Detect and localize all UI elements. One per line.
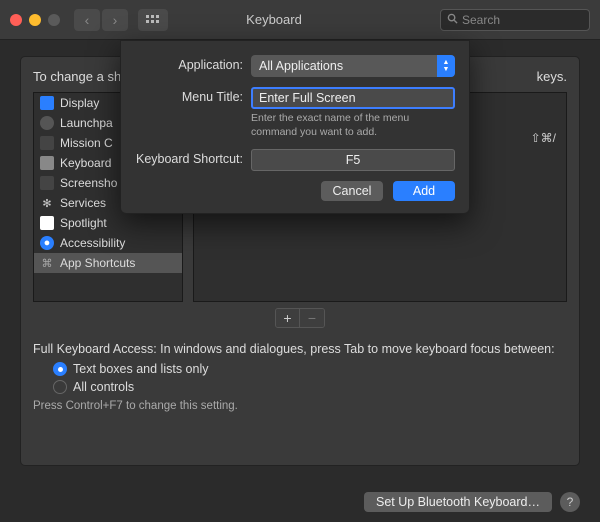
add-button[interactable]: Add xyxy=(393,181,455,201)
keyboard-access-label: Full Keyboard Access: In windows and dia… xyxy=(33,342,567,356)
app-shortcuts-icon: ⌘ xyxy=(40,256,54,270)
minimize-icon[interactable] xyxy=(29,14,41,26)
add-shortcut-sheet: Application: All Applications ▲▼ Menu Ti… xyxy=(120,40,470,214)
radio-text-boxes[interactable]: Text boxes and lists only xyxy=(53,362,567,376)
application-label: Application: xyxy=(135,55,243,72)
maximize-icon xyxy=(48,14,60,26)
add-remove-control: + − xyxy=(275,308,325,328)
keyboard-icon xyxy=(40,156,54,170)
menu-title-help: Enter the exact name of the menu command… xyxy=(251,112,455,139)
menu-title-label: Menu Title: xyxy=(135,87,243,104)
shortcut-display: ⇧⌘/ xyxy=(531,131,556,145)
radio-on-icon xyxy=(53,362,67,376)
remove-button: − xyxy=(300,309,324,327)
search-placeholder: Search xyxy=(462,13,500,27)
radio-off-icon xyxy=(53,380,67,394)
traffic-lights xyxy=(10,14,60,26)
close-icon[interactable] xyxy=(10,14,22,26)
application-select[interactable]: All Applications ▲▼ xyxy=(251,55,455,77)
shortcut-field[interactable]: F5 xyxy=(251,149,455,171)
back-button[interactable]: ‹ xyxy=(74,9,100,31)
sidebar-item-app-shortcuts[interactable]: ⌘App Shortcuts xyxy=(34,253,182,273)
spotlight-icon xyxy=(40,216,54,230)
menu-title-field[interactable]: Enter Full Screen xyxy=(251,87,455,109)
sidebar-item-accessibility[interactable]: ●Accessibility xyxy=(34,233,182,253)
keyboard-access-hint: Press Control+F7 to change this setting. xyxy=(33,400,567,412)
shortcut-label: Keyboard Shortcut: xyxy=(135,149,243,166)
window-title: Keyboard xyxy=(116,12,432,27)
add-button[interactable]: + xyxy=(276,309,300,327)
sidebar-item-spotlight[interactable]: Spotlight xyxy=(34,213,182,233)
display-icon xyxy=(40,96,54,110)
bluetooth-keyboard-button[interactable]: Set Up Bluetooth Keyboard… xyxy=(364,492,552,512)
radio-all-controls[interactable]: All controls xyxy=(53,380,567,394)
help-button[interactable]: ? xyxy=(560,492,580,512)
gear-icon: ✻ xyxy=(40,196,54,210)
cancel-button[interactable]: Cancel xyxy=(321,181,383,201)
chevron-updown-icon: ▲▼ xyxy=(437,55,455,77)
accessibility-icon: ● xyxy=(40,236,54,250)
launchpad-icon xyxy=(40,116,54,130)
screenshot-icon xyxy=(40,176,54,190)
window-titlebar: ‹ › Keyboard Search xyxy=(0,0,600,40)
search-icon xyxy=(447,13,458,27)
search-input[interactable]: Search xyxy=(440,9,590,31)
mission-control-icon xyxy=(40,136,54,150)
